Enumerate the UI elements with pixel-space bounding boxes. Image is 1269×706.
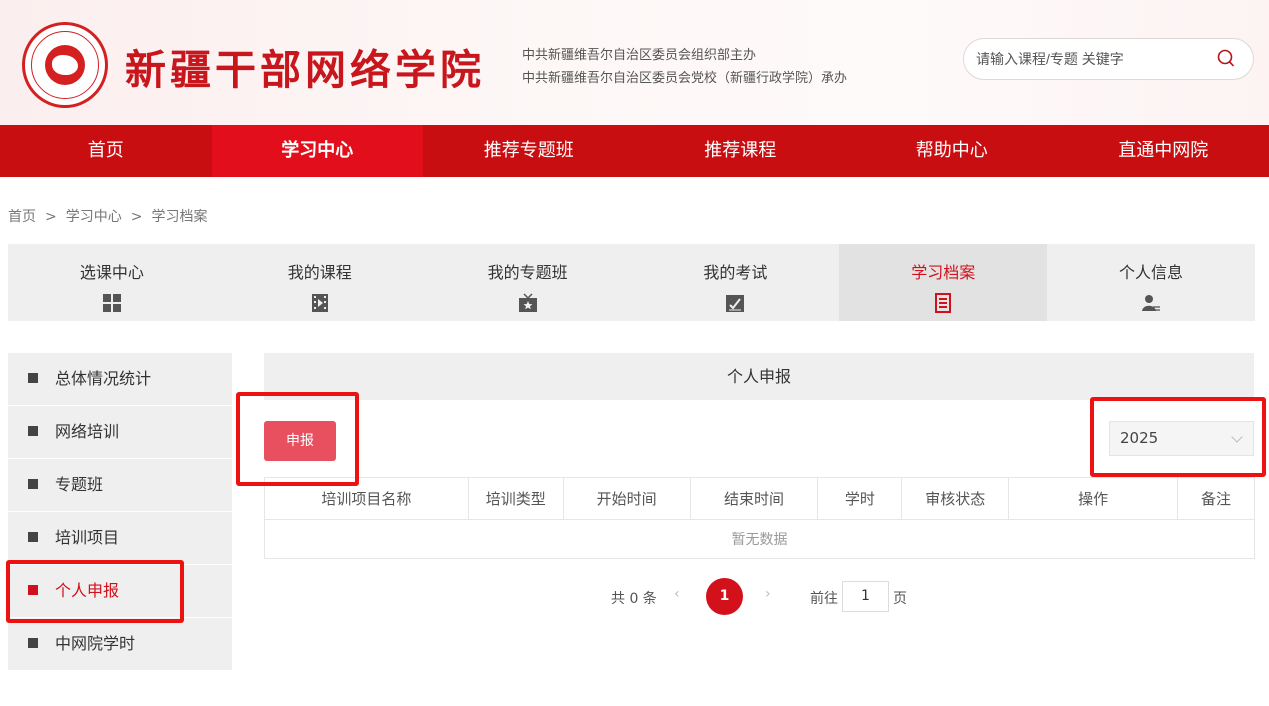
sidebar-item-special-class[interactable]: 专题班 [8,459,232,511]
tab-label: 我的专题班 [487,263,568,282]
tab-label: 我的课程 [287,263,352,282]
sidebar-item-label: 网络培训 [55,422,120,441]
tab-course-selection[interactable]: 选课中心 [8,244,216,321]
tab-label: 学习档案 [911,263,976,282]
tab-my-courses[interactable]: 我的课程 [216,244,424,321]
sidebar-item-label: 总体情况统计 [55,369,152,388]
star-board-icon [518,293,537,312]
nav-direct-cela[interactable]: 直通中网院 [1058,125,1269,177]
grid-icon [102,294,121,312]
pagination-current-page[interactable]: 1 [706,578,743,615]
bullet-square-icon [28,532,38,542]
column-header: 学时 [817,477,903,520]
pagination-next-button[interactable]: › [765,586,771,602]
nav-help-center[interactable]: 帮助中心 [846,125,1058,177]
tab-personal-info[interactable]: 个人信息 [1047,244,1255,321]
sidebar-item-overall-stats[interactable]: 总体情况统计 [8,353,232,405]
nav-recommended-courses[interactable]: 推荐课程 [635,125,847,177]
pagination-goto-label: 前往 [810,591,838,607]
column-header: 开始时间 [562,477,691,520]
breadcrumb-learning-center[interactable]: 学习中心 [66,209,122,225]
archive-list-icon [935,293,952,313]
nav-learning-center[interactable]: 学习中心 [211,125,423,177]
organizer-line: 中共新疆维吾尔自治区委员会党校（新疆行政学院）承办 [522,71,848,86]
site-title: 新疆干部网络学院 [125,46,485,94]
tab-label: 选课中心 [79,263,144,282]
sidebar-item-training-projects[interactable]: 培训项目 [8,512,232,564]
film-icon [311,294,328,312]
sidebar-item-label: 中网院学时 [55,634,136,653]
pagination-unit-label: 页 [893,591,907,607]
user-info-icon [1142,295,1161,311]
tab-label: 我的考试 [703,263,768,282]
exam-edit-icon [726,295,745,312]
tab-my-special-classes[interactable]: 我的专题班 [424,244,632,321]
search-icon[interactable] [1217,49,1235,69]
breadcrumb-home[interactable]: 首页 [8,209,36,225]
column-header: 培训类型 [467,477,564,520]
main-nav: 首页 学习中心 推荐专题班 推荐课程 帮助中心 直通中网院 [0,125,1269,177]
search-input[interactable] [976,49,1206,69]
nav-home[interactable]: 首页 [0,125,212,177]
report-table: 培训项目名称 培训类型 开始时间 结束时间 学时 审核状态 操作 备注 暂无数据 [264,477,1255,559]
sidebar-item-cela-hours[interactable]: 中网院学时 [8,618,232,670]
site-header: 新疆干部网络学院 中共新疆维吾尔自治区委员会组织部主办 中共新疆维吾尔自治区委员… [0,0,1269,125]
breadcrumb: 首页 > 学习中心 > 学习档案 [8,206,207,226]
xinjiang-map-icon [52,55,78,75]
bullet-square-icon [28,638,38,648]
sidebar-item-label: 专题班 [55,475,104,494]
search-box [963,38,1254,80]
breadcrumb-current: 学习档案 [151,209,208,225]
breadcrumb-separator: > [45,209,57,225]
highlight-box-year-select [1090,397,1266,477]
sidebar-item-label: 培训项目 [55,528,120,547]
sidebar-item-online-training[interactable]: 网络培训 [8,406,232,458]
sponsor-line: 中共新疆维吾尔自治区委员会组织部主办 [522,48,757,63]
pagination-goto-input[interactable]: 1 [842,581,889,612]
table-header-row: 培训项目名称 培训类型 开始时间 结束时间 学时 审核状态 操作 备注 [264,477,1255,520]
column-header: 操作 [1008,477,1179,520]
tab-my-exams[interactable]: 我的考试 [631,244,839,321]
bullet-square-icon [28,426,38,436]
tab-label: 个人信息 [1119,263,1184,282]
highlight-box-report-button [236,392,359,486]
column-header: 审核状态 [901,477,1010,520]
breadcrumb-separator: > [130,209,143,225]
empty-state-text: 暂无数据 [264,519,1255,559]
highlight-box-personal-report [6,560,184,623]
pagination-prev-button[interactable]: ‹ [674,586,680,602]
panel-title: 个人申报 [264,353,1254,400]
bullet-square-icon [28,479,38,489]
bullet-square-icon [28,373,38,383]
learning-tabs: 选课中心 我的课程 我的专题班 我的考试 学习档案 个人信息 [8,244,1255,321]
table-row: 暂无数据 [264,519,1255,559]
tab-learning-archive[interactable]: 学习档案 [839,244,1048,321]
archive-sidebar: 总体情况统计 网络培训 专题班 培训项目 个人申报 中网院学时 [8,353,232,671]
pagination-total: 共 0 条 [611,591,657,607]
column-header: 备注 [1177,477,1255,520]
college-seal-logo[interactable] [22,22,108,108]
column-header: 结束时间 [689,477,819,520]
nav-recommended-classes[interactable]: 推荐专题班 [423,125,635,177]
